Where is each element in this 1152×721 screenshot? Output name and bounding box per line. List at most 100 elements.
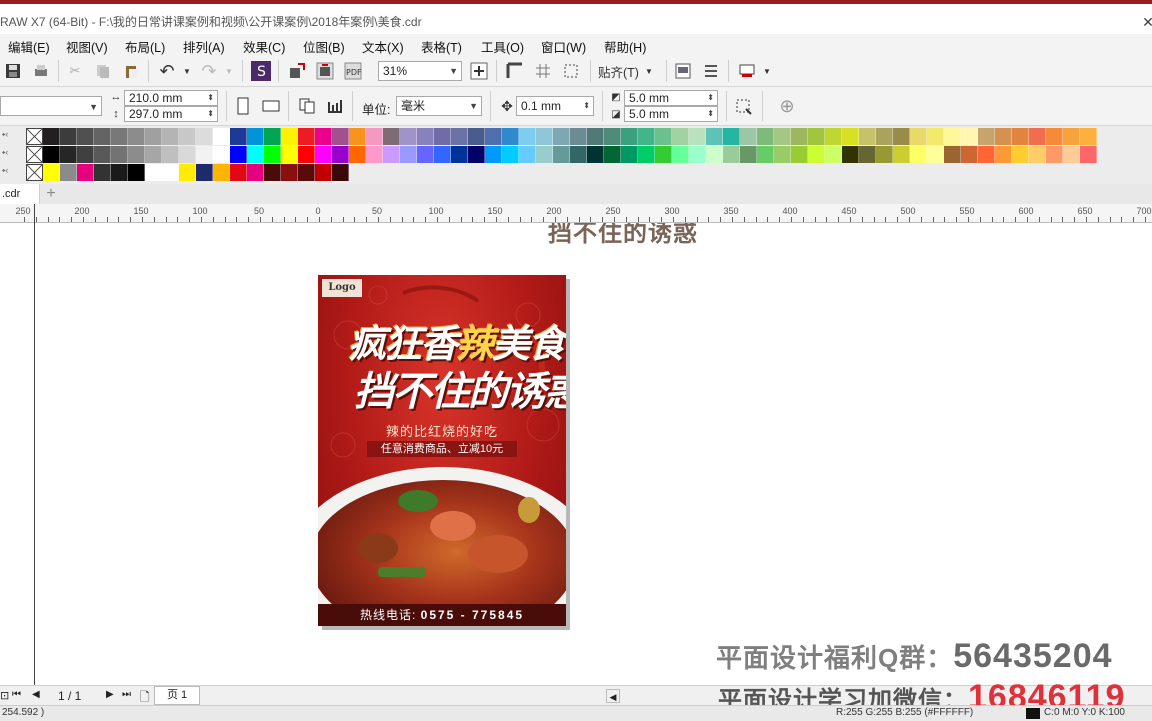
color-swatch[interactable]	[77, 164, 94, 181]
color-swatch[interactable]	[162, 146, 179, 163]
color-swatch[interactable]	[332, 128, 349, 145]
color-swatch[interactable]	[213, 128, 230, 145]
color-swatch[interactable]	[485, 128, 502, 145]
color-swatch[interactable]	[655, 146, 672, 163]
color-swatch[interactable]	[842, 128, 859, 145]
color-swatch[interactable]	[145, 164, 162, 181]
menu-view[interactable]: 视图(V)	[66, 37, 108, 56]
color-swatch[interactable]	[944, 146, 961, 163]
spinner-icon[interactable]: ⬍	[583, 97, 590, 115]
color-swatch[interactable]	[247, 146, 264, 163]
color-swatch[interactable]	[570, 146, 587, 163]
color-swatch[interactable]	[128, 128, 145, 145]
color-swatch[interactable]	[1080, 146, 1097, 163]
color-swatch[interactable]	[791, 146, 808, 163]
duplicate-distance-y-field[interactable]: 5.0 mm ⬍	[624, 106, 718, 122]
color-swatch[interactable]	[281, 128, 298, 145]
color-swatch[interactable]	[995, 128, 1012, 145]
color-swatch[interactable]	[434, 128, 451, 145]
portrait-icon[interactable]	[232, 95, 254, 117]
units-select[interactable]: 毫米 ▼	[396, 96, 482, 116]
color-swatch[interactable]	[383, 128, 400, 145]
color-swatch[interactable]	[859, 128, 876, 145]
color-swatch[interactable]	[383, 146, 400, 163]
print-icon[interactable]	[30, 60, 52, 82]
color-swatch[interactable]	[298, 164, 315, 181]
color-swatch[interactable]	[451, 146, 468, 163]
color-swatch[interactable]	[1046, 128, 1063, 145]
color-swatch[interactable]	[672, 146, 689, 163]
spinner-icon[interactable]: ⬍	[207, 91, 214, 105]
copy-icon[interactable]	[92, 60, 114, 82]
color-swatch[interactable]	[791, 128, 808, 145]
application-launcher-icon[interactable]	[736, 60, 758, 82]
color-swatch[interactable]	[128, 164, 145, 181]
next-page-icon[interactable]: ▶	[106, 689, 114, 700]
menu-text[interactable]: 文本(X)	[362, 37, 404, 56]
color-swatch[interactable]	[978, 128, 995, 145]
last-page-icon[interactable]: ⏭	[122, 689, 131, 700]
page-tab[interactable]: 页 1	[154, 686, 200, 705]
color-swatch[interactable]	[893, 128, 910, 145]
color-swatch[interactable]	[162, 128, 179, 145]
color-swatch[interactable]	[570, 128, 587, 145]
no-color-swatch[interactable]	[26, 128, 43, 145]
spinner-icon[interactable]: ⬍	[707, 107, 714, 121]
color-swatch[interactable]	[451, 128, 468, 145]
color-swatch[interactable]	[1063, 128, 1080, 145]
color-swatch[interactable]	[196, 164, 213, 181]
previous-page-icon[interactable]: ◀	[32, 689, 40, 700]
color-swatch[interactable]	[808, 128, 825, 145]
menu-bitmaps[interactable]: 位图(B)	[303, 37, 345, 56]
spinner-icon[interactable]: ⬍	[207, 107, 214, 121]
color-swatch[interactable]	[910, 128, 927, 145]
close-window-icon[interactable]: ✕	[1130, 10, 1152, 34]
current-page-icon[interactable]	[324, 95, 346, 117]
color-swatch[interactable]	[553, 128, 570, 145]
color-swatch[interactable]	[264, 146, 281, 163]
color-swatch[interactable]	[264, 128, 281, 145]
color-swatch[interactable]	[94, 128, 111, 145]
color-swatch[interactable]	[502, 146, 519, 163]
color-swatch[interactable]	[706, 146, 723, 163]
color-swatch[interactable]	[77, 146, 94, 163]
color-swatch[interactable]	[162, 164, 179, 181]
color-swatch[interactable]	[315, 128, 332, 145]
color-swatch[interactable]	[1029, 146, 1046, 163]
color-swatch[interactable]	[757, 128, 774, 145]
food-poster[interactable]: Logo 疯狂香辣美食 挡不住的诱惑 辣的比红烧的好吃 任意消费商品、立减10元…	[318, 275, 566, 626]
guideline[interactable]	[34, 204, 35, 686]
color-swatch[interactable]	[944, 128, 961, 145]
color-swatch[interactable]	[655, 128, 672, 145]
zoom-level-select[interactable]: 31% ▼	[378, 61, 462, 81]
color-swatch[interactable]	[179, 128, 196, 145]
color-swatch[interactable]	[230, 164, 247, 181]
color-swatch[interactable]	[519, 146, 536, 163]
color-swatch[interactable]	[961, 128, 978, 145]
color-swatch[interactable]	[808, 146, 825, 163]
show-grid-icon[interactable]	[532, 60, 554, 82]
color-swatch[interactable]	[519, 128, 536, 145]
save-icon[interactable]	[2, 60, 24, 82]
color-swatch[interactable]	[111, 164, 128, 181]
redo-icon[interactable]: ↷	[198, 60, 220, 82]
color-swatch[interactable]	[1063, 146, 1080, 163]
duplicate-distance-x-field[interactable]: 5.0 mm ⬍	[624, 90, 718, 106]
color-swatch[interactable]	[400, 146, 417, 163]
import-icon[interactable]	[286, 60, 308, 82]
options-icon[interactable]	[700, 60, 722, 82]
color-swatch[interactable]	[213, 164, 230, 181]
color-swatch[interactable]	[315, 146, 332, 163]
color-swatch[interactable]	[859, 146, 876, 163]
show-rulers-icon[interactable]	[504, 60, 526, 82]
document-tab[interactable]: .cdr	[0, 184, 40, 204]
color-swatch[interactable]	[196, 146, 213, 163]
color-swatch[interactable]	[757, 146, 774, 163]
color-swatch[interactable]	[587, 128, 604, 145]
page-size-select[interactable]: ▼	[0, 96, 102, 116]
color-swatch[interactable]	[587, 146, 604, 163]
color-swatch[interactable]	[774, 146, 791, 163]
color-swatch[interactable]	[230, 146, 247, 163]
landscape-icon[interactable]	[260, 95, 282, 117]
no-color-swatch[interactable]	[26, 164, 43, 181]
